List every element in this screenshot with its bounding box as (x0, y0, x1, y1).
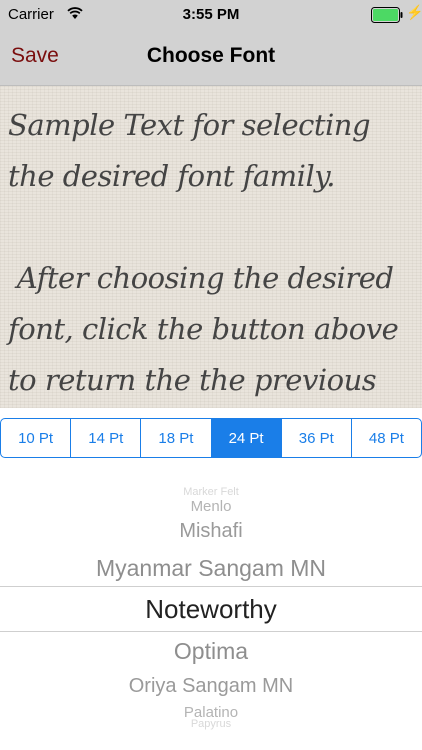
picker-item[interactable]: Menlo (0, 498, 422, 515)
picker-selection-divider (0, 631, 422, 632)
status-bar: Carrier 3:55 PM ⚡ (0, 0, 422, 30)
picker-selection-divider (0, 586, 422, 587)
size-option-14pt[interactable]: 14 Pt (71, 419, 142, 457)
picker-item[interactable]: Oriya Sangam MN (0, 675, 422, 698)
font-size-segmented-control: 10 Pt 14 Pt 18 Pt 24 Pt 36 Pt 48 Pt (0, 418, 422, 458)
picker-item[interactable]: Optima (0, 638, 422, 665)
status-time: 3:55 PM (182, 6, 240, 23)
battery-icon (371, 7, 403, 23)
picker-item[interactable]: Papyrus (0, 718, 422, 730)
navigation-bar: Save Choose Font (0, 30, 422, 86)
page-title: Choose Font (146, 44, 276, 67)
picker-item[interactable]: Marker Felt (0, 486, 422, 498)
picker-item[interactable]: Myanmar Sangam MN (0, 555, 422, 582)
size-option-18pt[interactable]: 18 Pt (141, 419, 212, 457)
picker-item[interactable]: Mishafi (0, 520, 422, 543)
size-option-48pt[interactable]: 48 Pt (352, 419, 421, 457)
font-family-picker[interactable]: Marker Felt Menlo Mishafi Myanmar Sangam… (0, 480, 422, 750)
charging-bolt-icon: ⚡ (406, 4, 422, 20)
sample-text-area: Sample Text for selecting the desired fo… (0, 86, 422, 408)
size-option-36pt[interactable]: 36 Pt (282, 419, 352, 457)
sample-text: Sample Text for selecting the desired fo… (8, 108, 399, 397)
size-option-10pt[interactable]: 10 Pt (1, 419, 72, 457)
size-option-24pt[interactable]: 24 Pt (211, 419, 282, 457)
picker-selected-item[interactable]: Noteworthy (0, 594, 422, 625)
